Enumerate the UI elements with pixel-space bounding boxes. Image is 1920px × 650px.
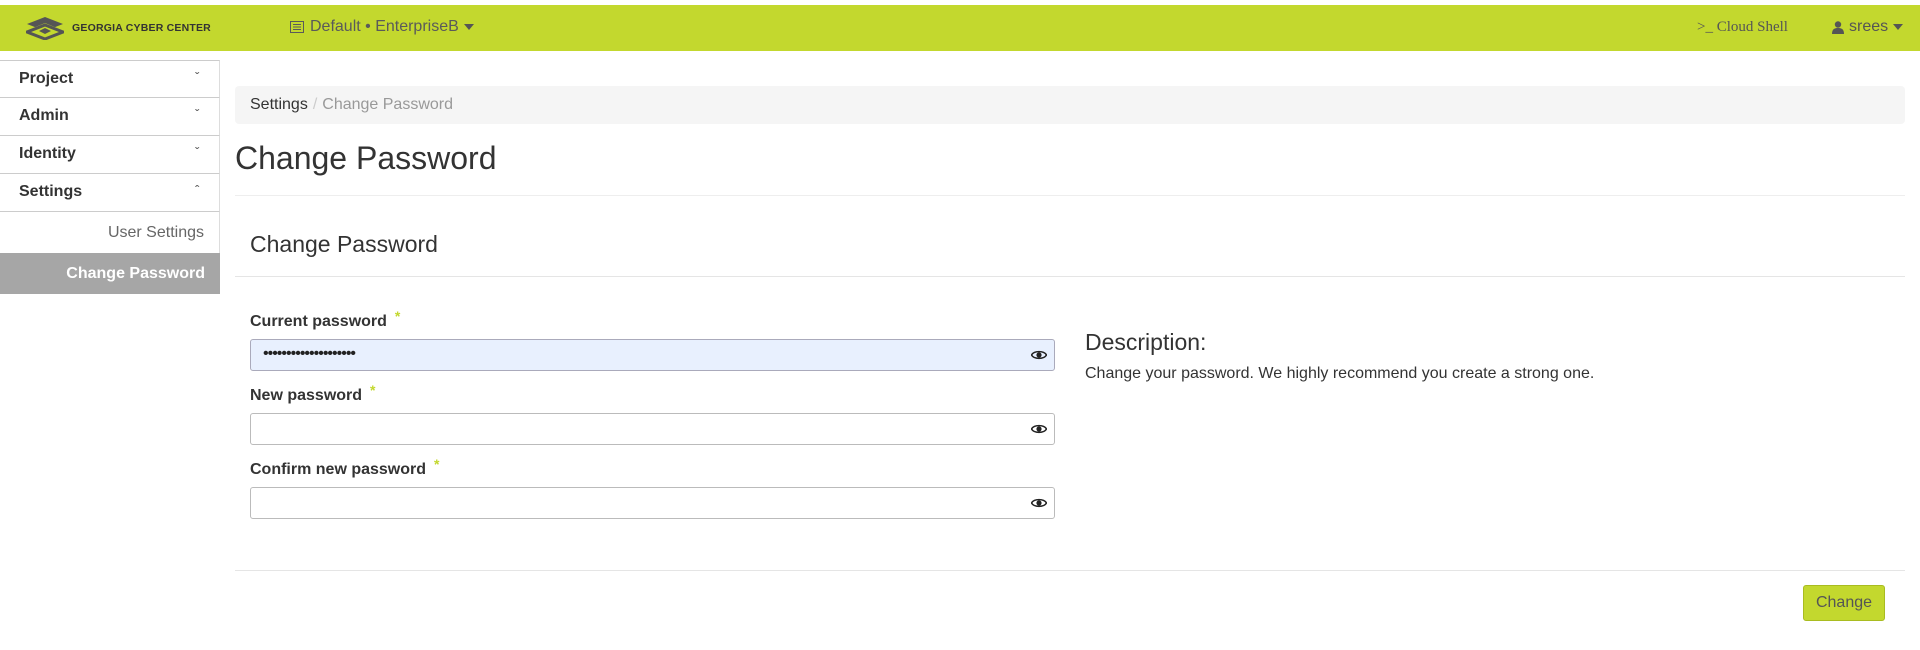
project-picker[interactable]: Default • EnterpriseB bbox=[290, 18, 474, 36]
chevron-down-icon: ˇ bbox=[195, 145, 199, 159]
current-password-label: Current password * bbox=[250, 308, 400, 331]
field-label-text: Confirm new password bbox=[250, 461, 427, 478]
eye-icon[interactable] bbox=[1031, 422, 1047, 436]
breadcrumb-separator: / bbox=[312, 96, 318, 113]
divider bbox=[235, 570, 1905, 571]
divider bbox=[235, 276, 1905, 277]
change-button[interactable]: Change bbox=[1803, 585, 1885, 621]
caret-down-icon bbox=[463, 24, 474, 30]
breadcrumb-settings[interactable]: Settings bbox=[250, 96, 308, 113]
caret-down-icon bbox=[1893, 24, 1904, 30]
top-navbar: GEORGIA CYBER CENTER Default • Enterpris… bbox=[0, 5, 1920, 51]
chevron-up-icon: ˆ bbox=[195, 183, 199, 197]
eye-icon[interactable] bbox=[1031, 496, 1047, 510]
sidebar-item-identity[interactable]: Identity ˇ bbox=[0, 136, 220, 174]
sidebar-item-label: Admin bbox=[19, 107, 69, 124]
current-password-value: •••••••••••••••••••• bbox=[263, 345, 356, 362]
breadcrumb-current: Change Password bbox=[322, 96, 454, 113]
sidebar-item-admin[interactable]: Admin ˇ bbox=[0, 98, 220, 136]
cloud-shell-link[interactable]: >_ Cloud Shell bbox=[1697, 19, 1788, 36]
divider bbox=[235, 195, 1905, 196]
project-picker-label: Default • EnterpriseB bbox=[310, 18, 459, 35]
field-label-text: Current password bbox=[250, 313, 387, 330]
sidebar-subitem-change-password[interactable]: Change Password bbox=[0, 253, 220, 294]
required-marker: * bbox=[394, 308, 401, 324]
new-password-label: New password * bbox=[250, 382, 375, 405]
panel-title: Change Password bbox=[250, 231, 438, 257]
confirm-password-field[interactable] bbox=[250, 487, 1055, 519]
chevron-down-icon: ˇ bbox=[195, 107, 199, 121]
description-text: Change your password. We highly recommen… bbox=[1085, 365, 1595, 382]
sidebar: Project ˇ Admin ˇ Identity ˇ Settings ˆ … bbox=[0, 60, 220, 294]
confirm-password-label: Confirm new password * bbox=[250, 456, 439, 479]
chevron-down-icon: ˇ bbox=[195, 70, 199, 84]
description-title: Description: bbox=[1085, 329, 1207, 355]
page-title: Change Password bbox=[235, 140, 497, 176]
user-menu[interactable]: srees bbox=[1832, 18, 1904, 36]
required-marker: * bbox=[434, 456, 440, 472]
gcc-logo-icon bbox=[26, 17, 64, 40]
sidebar-item-project[interactable]: Project ˇ bbox=[0, 60, 220, 98]
sidebar-item-label: Settings bbox=[19, 183, 83, 200]
breadcrumb: Settings / Change Password bbox=[235, 86, 1905, 124]
project-list-icon bbox=[290, 21, 304, 33]
user-icon bbox=[1832, 20, 1844, 34]
user-name: srees bbox=[1849, 18, 1889, 35]
brand-logo[interactable]: GEORGIA CYBER CENTER bbox=[26, 14, 211, 42]
sidebar-item-settings[interactable]: Settings ˆ bbox=[0, 174, 220, 212]
field-label-text: New password bbox=[250, 387, 363, 404]
eye-icon[interactable] bbox=[1031, 348, 1047, 362]
sidebar-item-label: Project bbox=[19, 70, 74, 87]
brand-name: GEORGIA CYBER CENTER bbox=[72, 22, 211, 34]
new-password-field[interactable] bbox=[250, 413, 1055, 445]
sidebar-item-label: Identity bbox=[19, 145, 76, 162]
sidebar-subitem-user-settings[interactable]: User Settings bbox=[0, 212, 220, 253]
current-password-field[interactable]: •••••••••••••••••••• bbox=[250, 339, 1055, 371]
required-marker: * bbox=[370, 382, 376, 398]
